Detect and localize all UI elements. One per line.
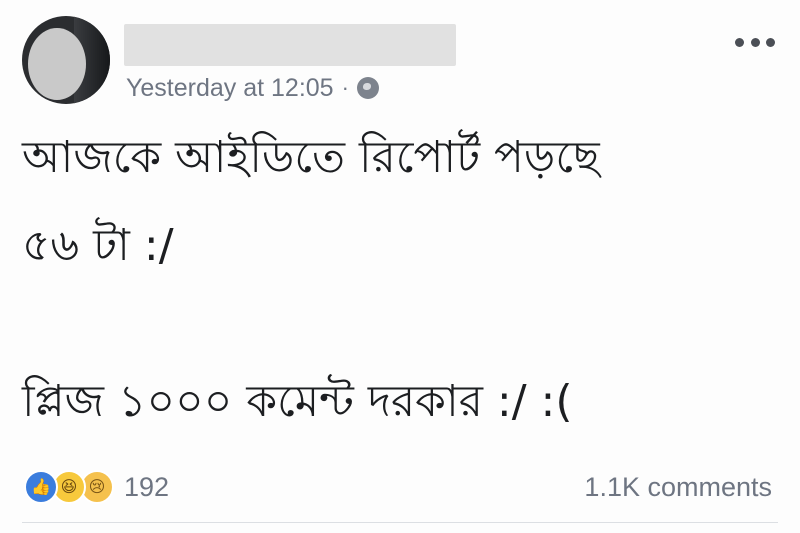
meta-separator: ·	[341, 75, 349, 100]
avatar[interactable]	[22, 16, 110, 104]
post-timestamp[interactable]: Yesterday at 12:05	[126, 74, 334, 103]
avatar-blurred-face	[28, 28, 86, 100]
post-text-line: আজকে আইডিতে রিপোর্ট পড়ছে	[22, 132, 600, 183]
globe-icon[interactable]	[356, 77, 379, 99]
footer-divider	[22, 522, 778, 523]
comments-count-link[interactable]: 1.1K comments	[584, 469, 772, 505]
more-dot	[766, 37, 775, 47]
author-name-redacted[interactable]	[124, 24, 456, 66]
post-text-line: ৫৬ টা :/	[22, 220, 174, 271]
more-dot	[735, 37, 744, 47]
reaction-count: 192	[124, 471, 170, 502]
like-reaction-icon: 👍	[24, 470, 58, 504]
reactions-summary[interactable]: 👍 😆 😢 192	[24, 469, 169, 505]
more-dot	[750, 37, 760, 47]
post-text-line: প্লিজ ১০০০ কমেন্ট দরকার :/ :(	[22, 376, 573, 427]
facebook-post: Yesterday at 12:05 · আজকে আইডিতে রিপোর্ট…	[0, 0, 800, 533]
more-options-icon[interactable]	[735, 34, 775, 50]
post-meta: Yesterday at 12:05 ·	[126, 72, 379, 104]
